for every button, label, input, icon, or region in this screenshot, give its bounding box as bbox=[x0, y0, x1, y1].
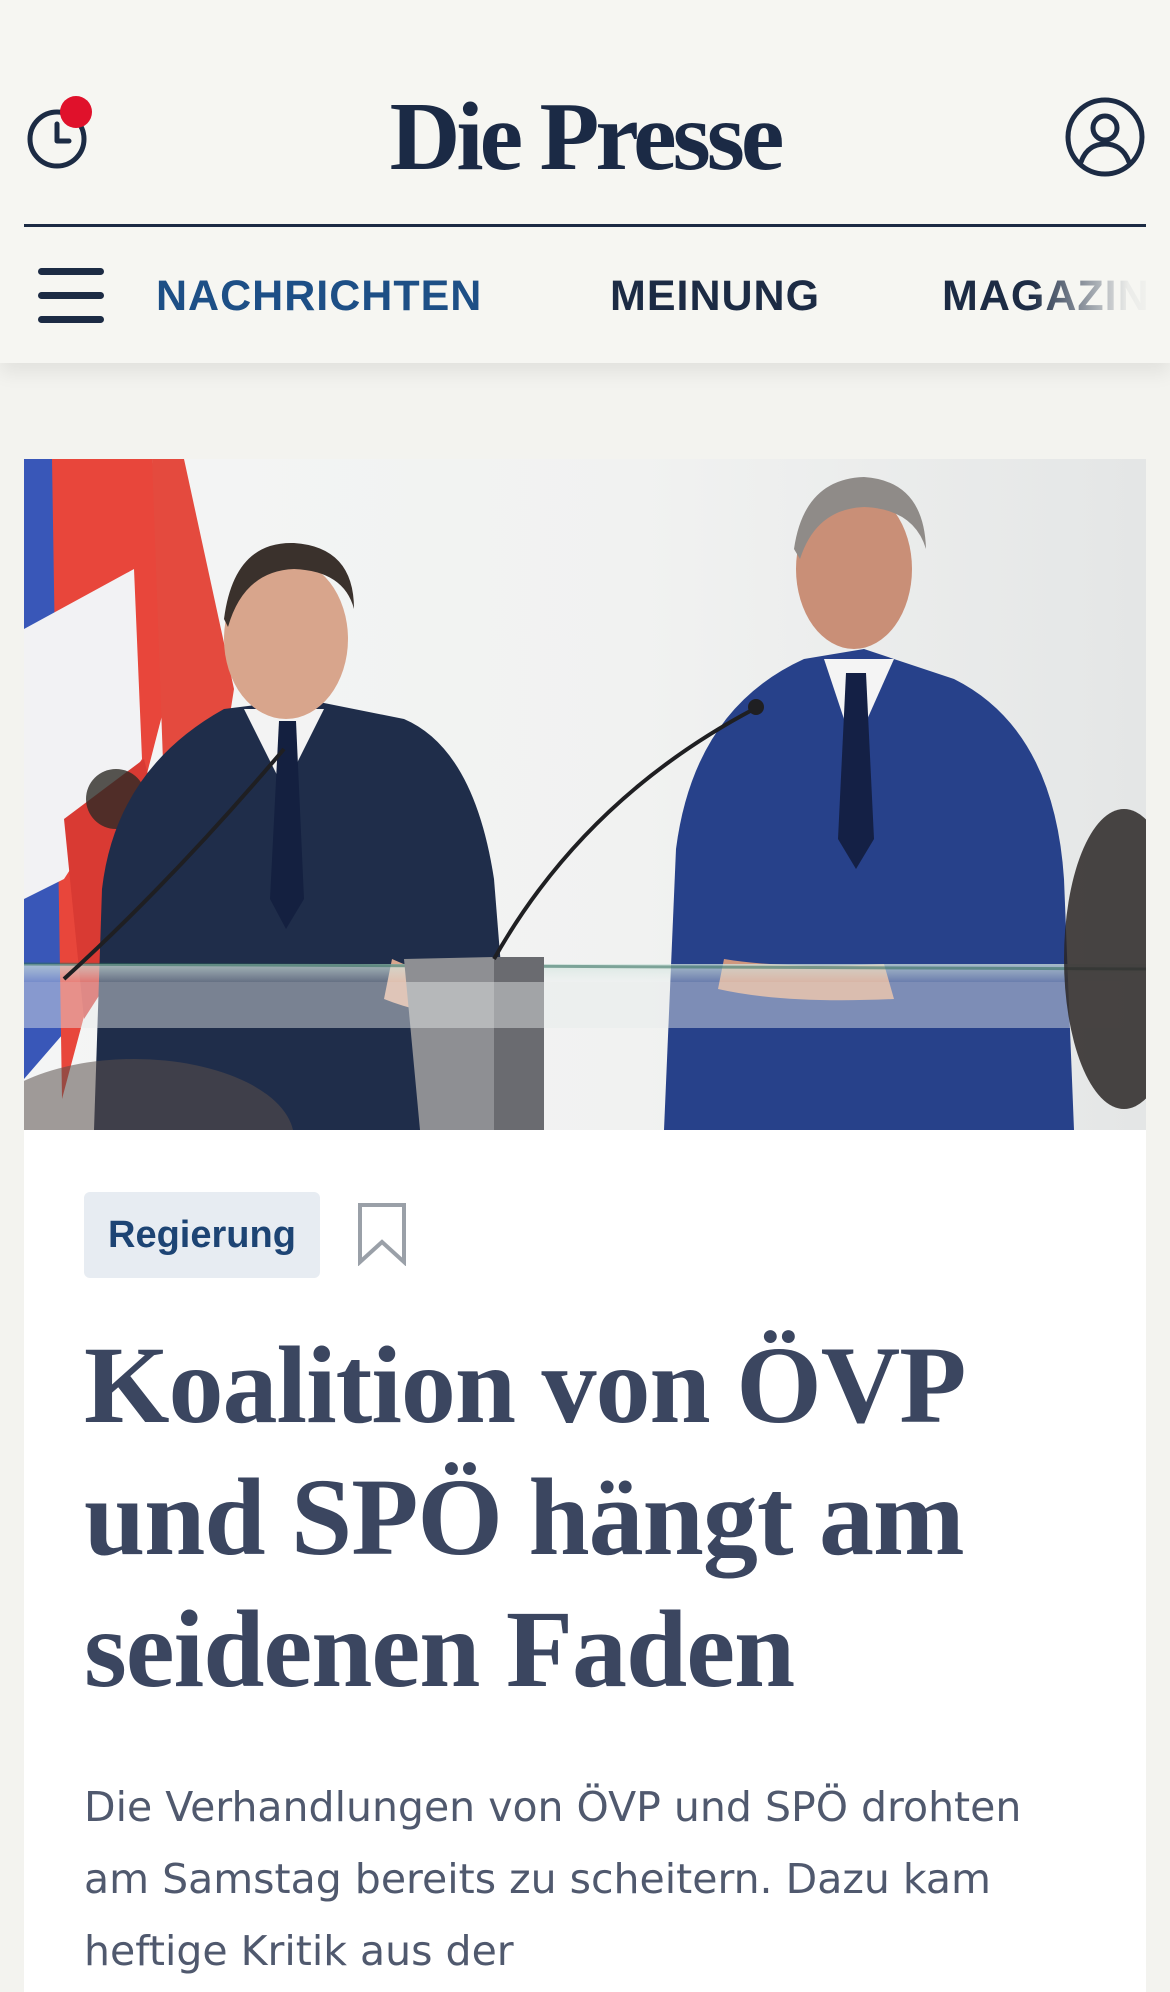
bookmark-icon bbox=[358, 1203, 406, 1267]
article-card[interactable]: Regierung Koalition von ÖVP und SPÖ häng… bbox=[24, 459, 1146, 1992]
hamburger-menu-icon bbox=[38, 268, 104, 275]
nav-item-magazin[interactable]: MAGAZIN bbox=[942, 268, 1150, 324]
page: Die Presse NACHRICHTEN MEINUNG MAGAZIN R… bbox=[0, 0, 1170, 1992]
article-image[interactable] bbox=[24, 459, 1146, 1130]
history-button[interactable] bbox=[26, 96, 96, 174]
nav-item-meinung[interactable]: MEINUNG bbox=[610, 268, 820, 324]
notification-dot bbox=[60, 96, 92, 128]
menu-button[interactable] bbox=[38, 268, 106, 324]
bookmark-button[interactable] bbox=[356, 1202, 408, 1267]
site-header: Die Presse NACHRICHTEN MEINUNG MAGAZIN bbox=[0, 0, 1170, 363]
site-logo[interactable]: Die Presse bbox=[390, 83, 785, 191]
category-tag[interactable]: Regierung bbox=[84, 1192, 320, 1278]
nav-item-nachrichten[interactable]: NACHRICHTEN bbox=[156, 268, 482, 324]
account-button[interactable] bbox=[1064, 96, 1146, 178]
user-circle-icon bbox=[1065, 97, 1145, 177]
header-divider bbox=[24, 224, 1146, 227]
press-conference-photo bbox=[24, 459, 1146, 1130]
article-lead: Die Verhandlungen von ÖVP und SPÖ drohte… bbox=[84, 1783, 1022, 1975]
article-headline[interactable]: Koalition von ÖVP und SPÖ hängt am seide… bbox=[84, 1319, 1094, 1715]
main-navigation: NACHRICHTEN MEINUNG MAGAZIN bbox=[156, 268, 1170, 324]
